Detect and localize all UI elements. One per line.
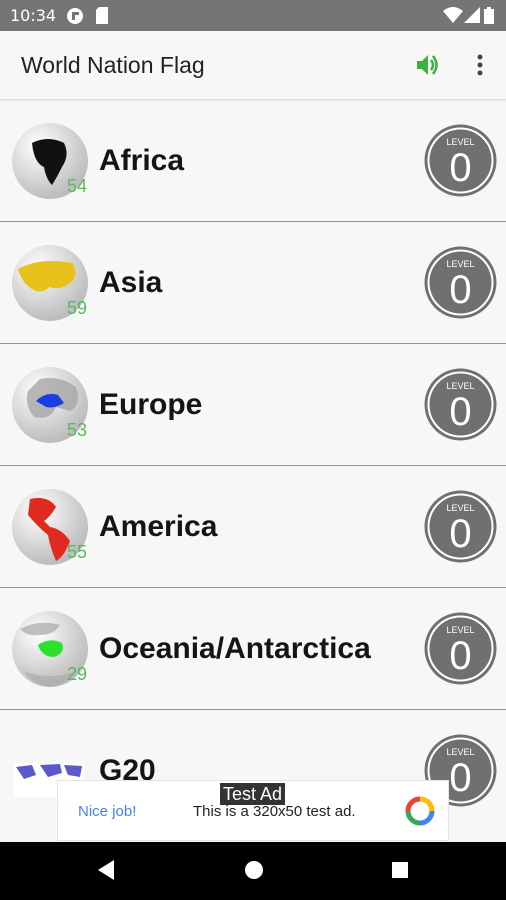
status-bar: 10:34 bbox=[0, 0, 506, 31]
level-value: 0 bbox=[449, 634, 471, 678]
navigation-bar bbox=[0, 842, 506, 900]
region-row-america[interactable]: 55 America LEVEL 0 bbox=[0, 466, 506, 588]
notification-icon bbox=[67, 8, 83, 24]
region-row-asia[interactable]: 59 Asia LEVEL 0 bbox=[0, 222, 506, 344]
recents-icon[interactable] bbox=[391, 859, 409, 881]
region-name: America bbox=[99, 510, 218, 543]
level-value: 0 bbox=[449, 268, 471, 312]
region-name: Asia bbox=[99, 266, 163, 299]
region-count: 29 bbox=[67, 664, 88, 684]
region-name: Europe bbox=[99, 388, 203, 421]
region-name: Oceania/Antarctica bbox=[99, 632, 371, 665]
battery-icon bbox=[484, 7, 494, 24]
ad-text: This is a 320x50 test ad. bbox=[193, 803, 356, 820]
app-title: World Nation Flag bbox=[21, 52, 205, 78]
status-time: 10:34 bbox=[10, 6, 57, 25]
region-list: 54 Africa LEVEL 0 59 Asia LEVEL 0 53 Eur… bbox=[0, 100, 506, 832]
home-icon[interactable] bbox=[244, 859, 264, 881]
wifi-icon bbox=[443, 7, 463, 23]
region-name: Africa bbox=[99, 144, 185, 177]
ad-nice-text: Nice job! bbox=[78, 803, 137, 820]
level-badge: LEVEL 0 bbox=[424, 246, 497, 319]
region-row-europe[interactable]: 53 Europe LEVEL 0 bbox=[0, 344, 506, 466]
level-badge: LEVEL 0 bbox=[424, 368, 497, 441]
signal-icon bbox=[464, 7, 480, 23]
more-options-icon[interactable] bbox=[468, 51, 492, 79]
level-badge: LEVEL 0 bbox=[424, 612, 497, 685]
region-count: 54 bbox=[67, 176, 88, 196]
level-value: 0 bbox=[449, 146, 471, 190]
level-value: 0 bbox=[449, 512, 471, 556]
region-count: 59 bbox=[67, 298, 88, 318]
level-value: 0 bbox=[449, 756, 471, 800]
region-count: 53 bbox=[67, 420, 88, 440]
region-count: 55 bbox=[67, 542, 88, 562]
region-row-oceania-antarctica[interactable]: 29 Oceania/Antarctica LEVEL 0 bbox=[0, 588, 506, 710]
app-bar: World Nation Flag bbox=[0, 31, 506, 100]
level-badge: LEVEL 0 bbox=[424, 490, 497, 563]
back-icon[interactable] bbox=[96, 859, 116, 881]
ad-logo-icon bbox=[405, 796, 435, 826]
sd-card-icon bbox=[96, 7, 108, 24]
region-row-africa[interactable]: 54 Africa LEVEL 0 bbox=[0, 100, 506, 222]
volume-icon[interactable] bbox=[414, 51, 442, 79]
ad-label: Test Ad bbox=[220, 783, 286, 805]
level-value: 0 bbox=[449, 390, 471, 434]
level-badge: LEVEL 0 bbox=[424, 124, 497, 197]
